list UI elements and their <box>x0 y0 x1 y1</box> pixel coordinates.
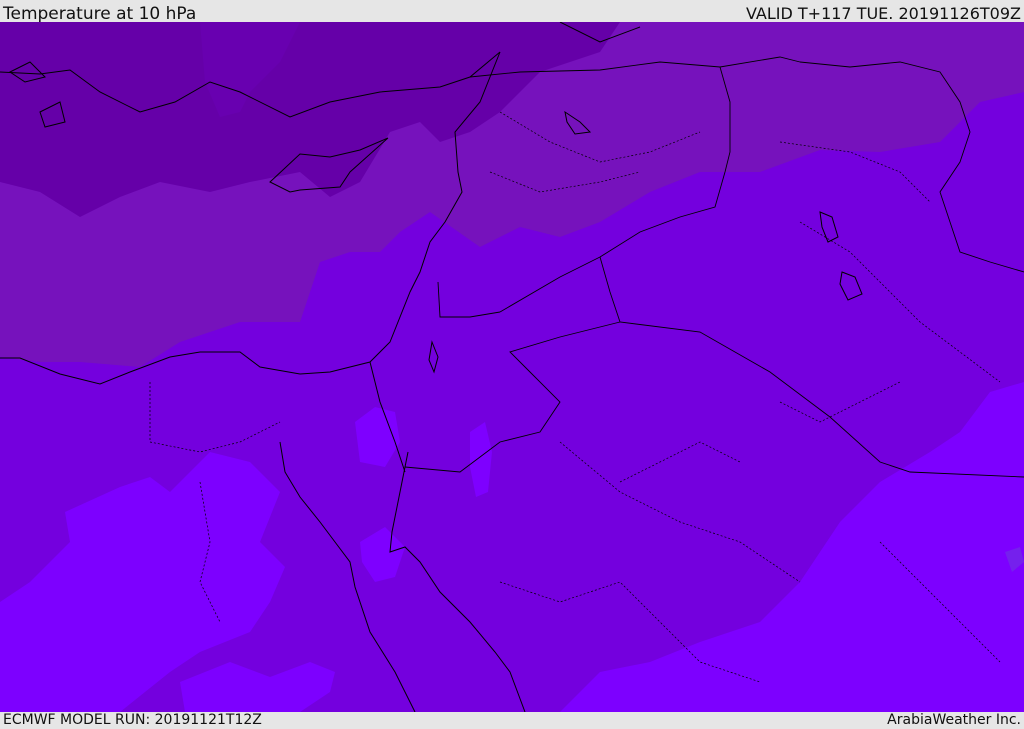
map-panel[interactable] <box>0 22 1024 712</box>
temperature-map <box>0 22 1024 712</box>
model-run: ECMWF MODEL RUN: 20191121T12Z <box>3 712 262 728</box>
credit: ArabiaWeather Inc. <box>887 712 1021 728</box>
footer-bar: ECMWF MODEL RUN: 20191121T12Z ArabiaWeat… <box>0 712 1024 729</box>
header-bar: Temperature at 10 hPa VALID T+117 TUE. 2… <box>0 0 1024 24</box>
